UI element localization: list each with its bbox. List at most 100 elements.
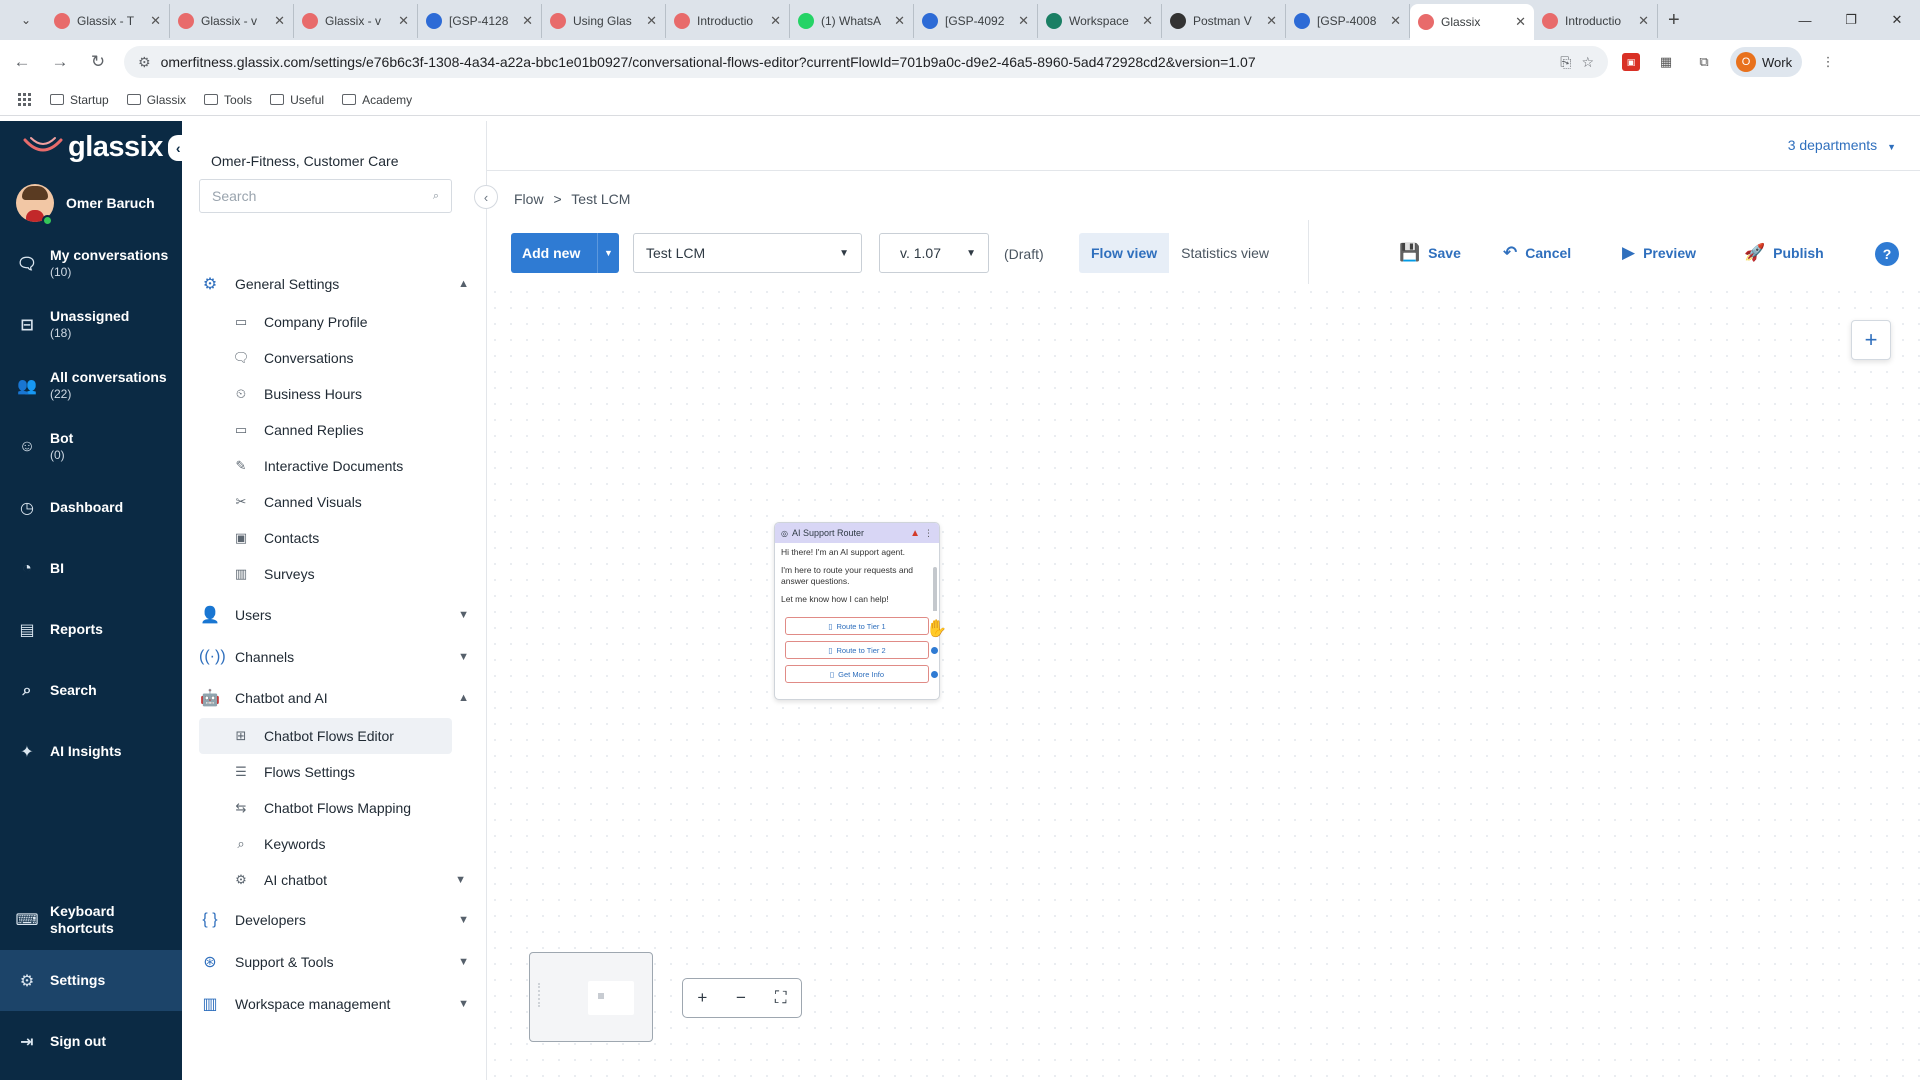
publish-button[interactable]: 🚀 Publish [1744,233,1824,273]
flow-view-tab[interactable]: Flow view [1079,233,1170,273]
browser-tab[interactable]: (1) WhatsA ✕ [790,4,914,38]
cancel-button[interactable]: ↶ Cancel [1503,233,1571,273]
nav-item-dashboard[interactable]: ◷ Dashboard [0,477,182,538]
current-user[interactable]: Omer Baruch [0,173,182,233]
breadcrumb-flow-link[interactable]: Flow [514,191,544,207]
close-tab-icon[interactable]: ✕ [1018,13,1029,29]
nav-item-bi[interactable]: ◔ BI [0,538,182,599]
departments-dropdown[interactable]: 3 departments ▼ [1788,137,1896,153]
flow-select[interactable]: Test LCM ▼ [633,233,862,273]
warning-icon[interactable]: ▲ [910,528,920,539]
flow-node-ai-support-router[interactable]: ◎ AI Support Router ▲ ⋮ Hi there! I'm an… [774,522,940,700]
add-new-button[interactable]: Add new ▼ [511,233,619,273]
browser-tab[interactable]: Glassix - T ✕ [46,4,170,38]
close-tab-icon[interactable]: ✕ [1266,13,1277,29]
close-tab-icon[interactable]: ✕ [1515,14,1526,30]
settings-item-company-profile[interactable]: ▭ Company Profile [199,304,452,340]
bookmark-folder[interactable]: Academy [342,93,412,107]
settings-item-interactive-documents[interactable]: ✎ Interactive Documents [199,448,452,484]
settings-item-business-hours[interactable]: ⏲ Business Hours [199,376,452,412]
zoom-in-icon[interactable]: + [697,988,707,1008]
node-header[interactable]: ◎ AI Support Router ▲ ⋮ [775,523,939,543]
node-button-get-more-info[interactable]: ▯ Get More Info [785,665,938,683]
browser-tab[interactable]: Introductio ✕ [1534,4,1658,38]
group-workspace-management[interactable]: ▥ Workspace management ▼ [199,984,469,1024]
close-window-icon[interactable]: ✕ [1874,0,1920,40]
nav-item-unassigned[interactable]: ⊟ Unassigned (18) [0,294,182,355]
save-button[interactable]: 💾 Save [1399,233,1461,273]
close-tab-icon[interactable]: ✕ [522,13,533,29]
restore-icon[interactable]: ❐ [1828,0,1874,40]
extension-grid-icon[interactable]: ▦ [1654,50,1678,74]
fit-view-icon[interactable]: ⛶ [775,988,787,1008]
bookmark-star-icon[interactable]: ☆ [1581,54,1594,71]
settings-item-canned-visuals[interactable]: ✂ Canned Visuals [199,484,452,520]
bookmark-folder[interactable]: Glassix [126,93,186,107]
reload-icon[interactable]: ↻ [86,50,110,74]
settings-item-contacts[interactable]: ▣ Contacts [199,520,452,556]
nav-item-sign-out[interactable]: ⇥ Sign out [0,1011,182,1072]
output-port[interactable] [931,671,938,678]
group-chatbot-ai[interactable]: 🤖 Chatbot and AI ▲ [199,678,469,718]
add-new-caret-icon[interactable]: ▼ [597,233,619,273]
node-button-route-tier-2[interactable]: ▯ Route to Tier 2 [785,641,938,659]
settings-item-canned-replies[interactable]: ▭ Canned Replies [199,412,452,448]
browser-menu-icon[interactable]: ⋮ [1816,50,1840,74]
nav-item-my-conversations[interactable]: 🗨 My conversations (10) [0,233,182,294]
close-tab-icon[interactable]: ✕ [1390,13,1401,29]
settings-item-ai-chatbot[interactable]: ⚙ AI chatbot ▼ [199,862,466,898]
bookmark-folder[interactable]: Useful [270,93,324,107]
new-tab-button[interactable]: + [1668,9,1680,32]
minimize-icon[interactable]: — [1782,0,1828,40]
close-tab-icon[interactable]: ✕ [1638,13,1649,29]
group-support-tools[interactable]: ⊛ Support & Tools ▼ [199,942,469,982]
nav-item-settings[interactable]: ⚙ Settings [0,950,182,1011]
close-tab-icon[interactable]: ✕ [398,13,409,29]
add-node-button[interactable]: + [1851,320,1891,360]
group-developers[interactable]: { } Developers ▼ [199,900,469,940]
site-info-icon[interactable]: ⚙ [138,54,151,71]
group-channels[interactable]: ((·)) Channels ▼ [199,637,469,677]
settings-item-chatbot-flows-mapping[interactable]: ⇆ Chatbot Flows Mapping [199,790,452,826]
close-tab-icon[interactable]: ✕ [770,13,781,29]
extensions-puzzle-icon[interactable]: ⧉ [1692,50,1716,74]
browser-tab[interactable]: Introductio ✕ [666,4,790,38]
settings-item-surveys[interactable]: ▥ Surveys [199,556,452,592]
canvas-minimap[interactable] [529,952,653,1042]
browser-tab[interactable]: Postman V ✕ [1162,4,1286,38]
nav-item-bot[interactable]: ☺ Bot (0) [0,416,182,477]
browser-tab[interactable]: [GSP-4128 ✕ [418,4,542,38]
settings-item-flows-settings[interactable]: ☰ Flows Settings [199,754,452,790]
node-menu-icon[interactable]: ⋮ [924,528,933,539]
nav-item-ai-insights[interactable]: ✦ AI Insights [0,721,182,782]
statistics-view-tab[interactable]: Statistics view [1169,233,1281,273]
output-port[interactable] [931,647,938,654]
close-tab-icon[interactable]: ✕ [274,13,285,29]
tab-search-chevron-icon[interactable]: ⌄ [12,6,40,34]
browser-tab[interactable]: Glassix - v ✕ [294,4,418,38]
browser-tab[interactable]: Workspace ✕ [1038,4,1162,38]
node-scrollbar[interactable] [933,567,937,611]
close-tab-icon[interactable]: ✕ [1142,13,1153,29]
forward-icon[interactable]: → [48,50,72,74]
nav-item-search[interactable]: ⌕ Search [0,660,182,721]
back-icon[interactable]: ← [10,50,34,74]
profile-chip[interactable]: O Work [1730,47,1803,77]
settings-item-conversations[interactable]: 🗨 Conversations [199,340,452,376]
group-users[interactable]: 👤 Users ▼ [199,595,469,635]
minimap-viewport[interactable] [588,981,634,1015]
address-bar[interactable]: ⚙ omerfitness.glassix.com/settings/e76b6… [124,46,1608,78]
flow-canvas[interactable]: + ◎ AI Support Router ▲ ⋮ Hi there! I'm … [487,284,1920,1080]
browser-tab[interactable]: Glassix ✕ [1410,4,1534,40]
browser-tab[interactable]: Glassix - v ✕ [170,4,294,38]
nav-item-all-conversations[interactable]: 👥 All conversations (22) [0,355,182,416]
nav-item-keyboard-shortcuts[interactable]: ⌨ Keyboard shortcuts [0,889,182,950]
preview-button[interactable]: ▶ Preview [1622,233,1696,273]
nav-item-reports[interactable]: ▤ Reports [0,599,182,660]
version-select[interactable]: v. 1.07 ▼ [879,233,989,273]
close-tab-icon[interactable]: ✕ [150,13,161,29]
bookmark-folder[interactable]: Tools [204,93,252,107]
settings-item-keywords[interactable]: ⌕ Keywords [199,826,452,862]
settings-search-input[interactable]: Search ⌕ [199,179,452,213]
close-tab-icon[interactable]: ✕ [894,13,905,29]
